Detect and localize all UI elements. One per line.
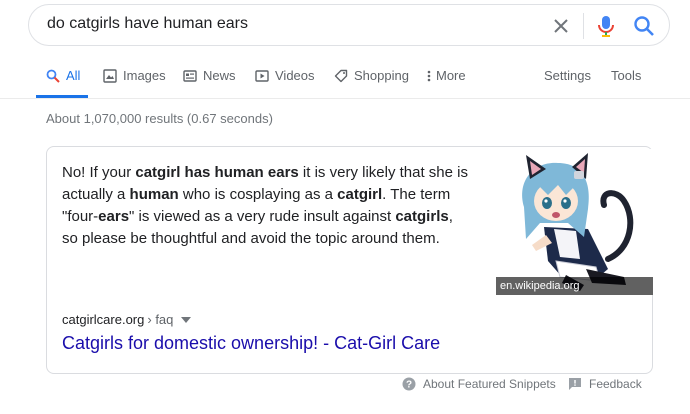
tab-label: All — [66, 68, 81, 83]
svg-text:?: ? — [406, 380, 412, 391]
search-icon[interactable] — [633, 15, 655, 37]
tools-label: Tools — [611, 68, 642, 83]
search-divider — [583, 13, 584, 39]
snippet-footer: ? About Featured Snippets Feedback — [0, 375, 690, 397]
tab-videos[interactable]: Videos — [255, 68, 315, 98]
snippet-text: No! If your catgirl has human ears it is… — [62, 162, 472, 250]
tab-images[interactable]: Images — [103, 68, 166, 98]
feedback-link[interactable]: Feedback — [568, 377, 642, 391]
tab-label: Shopping — [354, 68, 409, 83]
search-box[interactable] — [28, 4, 670, 46]
tab-label: News — [203, 68, 236, 83]
caret-down-icon[interactable] — [181, 316, 192, 323]
snippet-bold-term: catgirl — [337, 186, 383, 203]
tabs-divider — [0, 98, 690, 99]
mic-icon[interactable] — [595, 14, 617, 38]
settings-label: Settings — [544, 68, 591, 83]
search-input[interactable] — [47, 15, 527, 33]
tab-label: Videos — [275, 68, 315, 83]
tab-shopping[interactable]: Shopping — [334, 68, 409, 98]
snippet-bold-term: ears — [98, 208, 130, 225]
snippet-text-run: " is viewed as a very rude insult agains… — [129, 208, 396, 225]
tab-all[interactable]: All — [46, 68, 80, 98]
about-label: About Featured Snippets — [423, 377, 556, 391]
image-icon — [103, 69, 117, 83]
tab-news[interactable]: News — [183, 68, 236, 98]
clear-icon[interactable] — [551, 16, 571, 36]
feedback-label: Feedback — [589, 377, 642, 391]
settings-link[interactable]: Settings — [544, 68, 591, 98]
image-source-caption[interactable]: en.wikipedia.org — [496, 277, 653, 295]
feedback-icon — [569, 378, 581, 390]
snippet-text-run: who is cosplaying as a — [178, 186, 338, 203]
tools-link[interactable]: Tools — [611, 68, 641, 98]
tab-label: Images — [123, 68, 166, 83]
snippet-bold-term: catgirls — [395, 208, 449, 225]
help-icon: ? — [402, 377, 416, 391]
snippet-text-run: No! If your — [62, 164, 136, 181]
search-tabs: All Images News Videos Shopping More Set… — [0, 60, 690, 98]
source-path: › faq — [147, 312, 174, 327]
featured-snippet: No! If your catgirl has human ears it is… — [46, 146, 653, 374]
more-vert-icon — [427, 70, 431, 82]
tab-more[interactable]: More — [426, 68, 466, 98]
result-stats: About 1,070,000 results (0.67 seconds) — [46, 111, 273, 126]
play-icon — [255, 70, 269, 82]
tag-icon — [334, 69, 348, 83]
snippet-image[interactable] — [496, 149, 653, 295]
search-icon — [46, 69, 60, 83]
snippet-bold-term: catgirl has human ears — [135, 164, 299, 181]
news-icon — [183, 70, 197, 82]
source-domain: catgirlcare.org — [62, 312, 145, 327]
result-title-link[interactable]: Catgirls for domestic ownership! - Cat-G… — [62, 333, 440, 354]
about-featured-snippets-link[interactable]: ? About Featured Snippets — [402, 377, 556, 391]
tab-label: More — [436, 68, 466, 83]
snippet-bold-term: human — [129, 186, 179, 203]
source-url[interactable]: catgirlcare.org › faq — [62, 312, 192, 327]
